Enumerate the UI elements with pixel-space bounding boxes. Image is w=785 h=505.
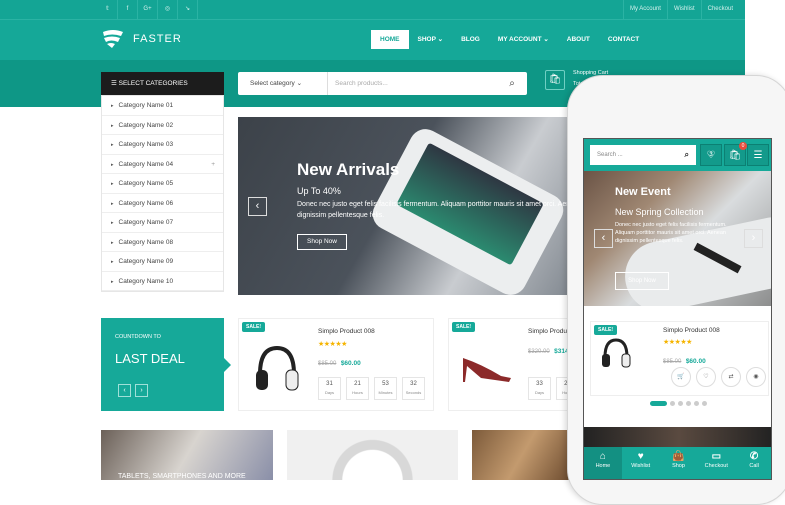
search-bar: Select category ⌄ Search products... ⌕: [238, 72, 527, 95]
top-bar: 𝕥 f G+ ◎ ↘ My Account Wishlist Checkout: [0, 0, 745, 20]
category-item[interactable]: Category Name 06: [102, 194, 223, 213]
countdown-timer: 31 Days 21 Hours 53 Minutes 32 Seconds: [318, 377, 425, 400]
logo-text: FASTER: [133, 33, 182, 45]
search-icon[interactable]: ⌕: [497, 78, 527, 89]
slide-description: Donec nec justo eget felis facilisis fer…: [297, 201, 580, 219]
category-item[interactable]: Category Name 04+: [102, 155, 223, 174]
last-deal-box: COUNTDOWN TO LAST DEAL ‹ ›: [101, 318, 231, 411]
category-item[interactable]: Category Name 05: [102, 174, 223, 194]
category-item[interactable]: Category Name 02: [102, 116, 223, 135]
hamburger-menu-icon[interactable]: ☰: [747, 144, 769, 166]
product-name[interactable]: Simplo Product 008: [318, 328, 375, 335]
search-input[interactable]: Search products...: [328, 80, 497, 87]
google-plus-icon[interactable]: G+: [138, 0, 158, 19]
sale-badge: SALE!: [452, 322, 475, 332]
compare-icon[interactable]: ⇄: [721, 367, 741, 387]
rating-stars: ★★★★★: [663, 339, 692, 346]
sale-badge: SALE!: [242, 322, 265, 332]
banner-watch[interactable]: [287, 430, 458, 480]
category-item[interactable]: Category Name 01: [102, 96, 223, 116]
next-slide-icon[interactable]: ›: [744, 229, 763, 248]
prev-icon[interactable]: ‹: [118, 384, 131, 397]
bottom-nav-call[interactable]: ✆ Call: [735, 447, 771, 479]
slide-subtitle: Up To 40%: [297, 186, 341, 196]
mobile-header: Search ... ⌕ ♡ 3 🛍 0 ☰: [584, 139, 771, 171]
nav-about[interactable]: ABOUT: [558, 30, 599, 49]
prev-slide-icon[interactable]: ‹: [594, 229, 613, 248]
nav-home[interactable]: HOME: [371, 30, 409, 49]
headphones-image: [602, 338, 631, 368]
cart-bag-icon[interactable]: 🛍 0: [724, 142, 747, 166]
category-item[interactable]: Category Name 08: [102, 233, 223, 252]
add-to-cart-icon[interactable]: 🛒: [671, 367, 691, 387]
bottom-nav-home[interactable]: ⌂ Home: [584, 447, 622, 479]
search-icon: ⌕: [684, 150, 689, 159]
nav-shop[interactable]: SHOP ⌄: [409, 30, 453, 49]
my-account-link[interactable]: My Account: [622, 0, 667, 19]
nav-blog[interactable]: BLOG: [452, 30, 489, 49]
prev-slide-icon[interactable]: ‹: [248, 197, 267, 216]
category-list: Category Name 01 Category Name 02 Catego…: [101, 95, 224, 292]
menu-icon: ☰: [111, 80, 119, 87]
twitter-icon[interactable]: 𝕥: [98, 0, 118, 19]
bag-icon: 👜: [672, 451, 685, 462]
mobile-search-input[interactable]: Search ... ⌕: [590, 145, 696, 165]
logo-icon: [103, 30, 123, 48]
bottom-nav-shop[interactable]: 👜 Shop: [660, 447, 698, 479]
bottom-nav-wishlist[interactable]: ♥ Wishlist: [622, 447, 660, 479]
mobile-bottom-nav: ⌂ Home ♥ Wishlist 👜 Shop ▭ Checkout ✆ Call: [584, 447, 771, 479]
category-item[interactable]: Category Name 09: [102, 252, 223, 272]
heart-icon: ♥: [637, 451, 644, 462]
category-item[interactable]: Category Name 07: [102, 213, 223, 233]
quick-view-icon[interactable]: ◉: [746, 367, 766, 387]
mobile-screen: Search ... ⌕ ♡ 3 🛍 0 ☰ New Event New Spring…: [583, 138, 772, 480]
hero-slider: New Arrivals Up To 40% Donec nec justo e…: [238, 117, 580, 295]
carousel-dots[interactable]: [650, 401, 707, 406]
category-select[interactable]: Select category ⌄: [238, 72, 328, 95]
checkout-link[interactable]: Checkout: [700, 0, 739, 19]
mobile-product-card[interactable]: SALE! Simplo Product 008 ★★★★★ $85.00 $6…: [590, 321, 769, 396]
headphones-image: [256, 345, 299, 391]
banner-tablets[interactable]: TABLETS, SMARTPHONES AND MORE: [101, 430, 273, 480]
main-nav: HOME SHOP ⌄ BLOG MY ACCOUNT ⌄ ABOUT CONT…: [371, 30, 648, 49]
mobile-slider: New Event New Spring Collection Donec ne…: [584, 171, 771, 306]
wishlist-heart-icon[interactable]: ♡ 3: [700, 144, 722, 166]
nav-my-account[interactable]: MY ACCOUNT ⌄: [489, 30, 558, 49]
instagram-icon[interactable]: ◎: [158, 0, 178, 19]
rating-stars: ★★★★★: [318, 341, 347, 348]
wishlist-icon[interactable]: ♡: [696, 367, 716, 387]
slide-title: New Arrivals: [297, 160, 400, 179]
category-item[interactable]: Category Name 03: [102, 135, 223, 155]
nav-contact[interactable]: CONTACT: [599, 30, 648, 49]
expand-icon[interactable]: +: [211, 155, 215, 174]
shopping-bag-icon: 🛍: [545, 70, 565, 90]
header: FASTER HOME SHOP ⌄ BLOG MY ACCOUNT ⌄ ABO…: [0, 20, 745, 60]
category-item[interactable]: Category Name 10: [102, 272, 223, 291]
banner-shoes[interactable]: [472, 430, 572, 480]
sale-badge: SALE!: [594, 325, 617, 335]
logo[interactable]: FASTER: [101, 29, 182, 49]
bottom-nav-checkout[interactable]: ▭ Checkout: [697, 447, 735, 479]
product-card[interactable]: SALE! Simplo Product 008 ★★★★★ $85.00 $6…: [238, 318, 434, 411]
home-icon: ⌂: [599, 451, 606, 462]
mobile-shop-now-button[interactable]: Shop Now: [615, 272, 669, 290]
facebook-icon[interactable]: f: [118, 0, 138, 19]
card-icon: ▭: [711, 451, 722, 462]
shop-now-button[interactable]: Shop Now: [297, 234, 347, 250]
next-icon[interactable]: ›: [135, 384, 148, 397]
heels-image: [463, 358, 511, 382]
phone-icon: ✆: [749, 451, 759, 462]
rss-icon[interactable]: ↘: [178, 0, 198, 19]
wishlist-link[interactable]: Wishlist: [666, 0, 701, 19]
categories-header[interactable]: ☰ SELECT CATEGORIES: [101, 72, 224, 95]
